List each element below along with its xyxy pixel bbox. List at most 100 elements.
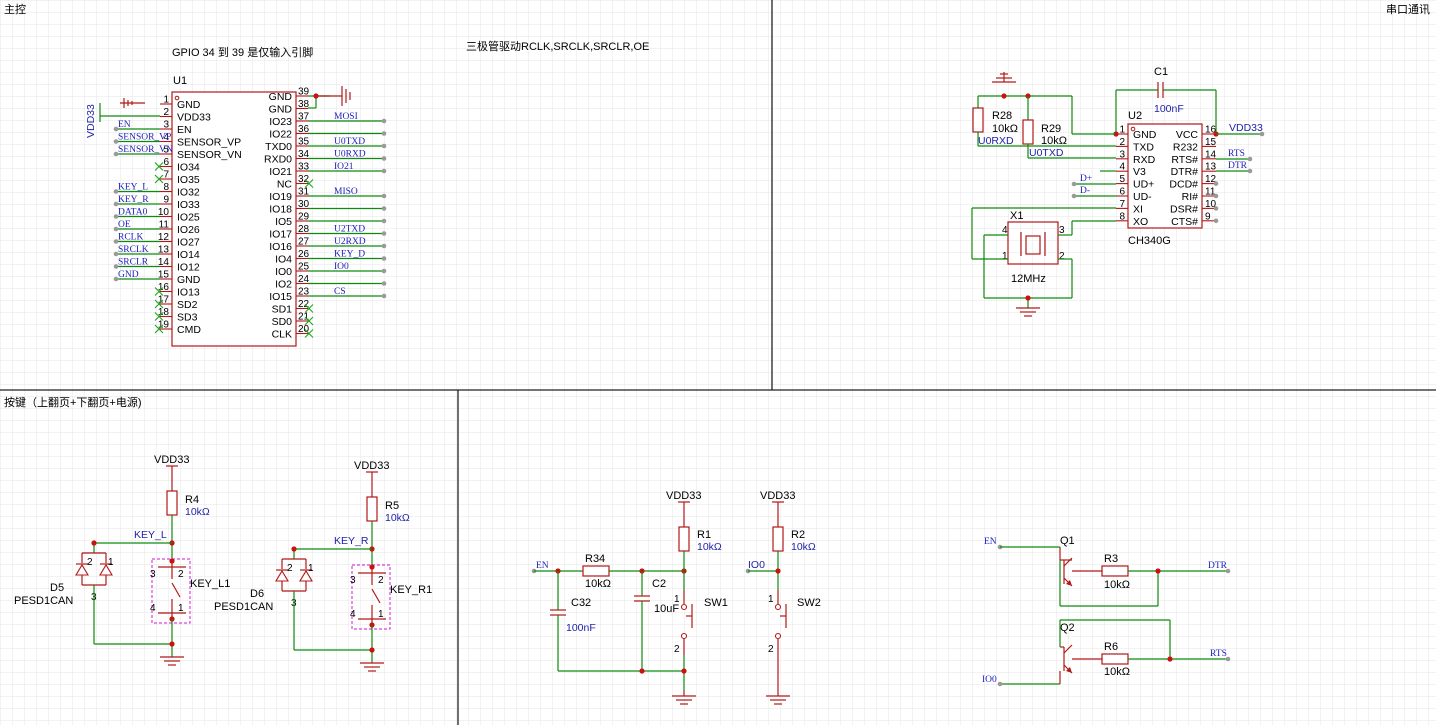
u1-pin-number: 25 [298, 262, 310, 273]
u2-pin-name: V3 [1133, 166, 1146, 178]
x1-value: 12MHz [1011, 273, 1046, 285]
net-endpoint[interactable] [381, 281, 387, 286]
key-r-ref: R4 [185, 494, 199, 506]
net-endpoint[interactable] [1213, 218, 1219, 224]
u1-pin-number: 39 [298, 87, 310, 98]
key-r-value: 10kΩ [185, 506, 210, 518]
u1-pin-number: 32 [298, 174, 310, 185]
net-endpoint[interactable] [1213, 181, 1219, 186]
u2-pin-name: UD- [1133, 191, 1152, 203]
u1-pin-name: SD2 [177, 299, 198, 311]
u1-pin-name: EN [177, 124, 192, 136]
net-endpoint[interactable] [381, 156, 387, 161]
net-endpoint[interactable] [381, 231, 387, 236]
r29-ref: R29 [1041, 123, 1061, 135]
net-endpoint[interactable] [381, 131, 387, 136]
u1-pin-name: TXD0 [265, 141, 292, 153]
u2-pin-number: 9 [1205, 211, 1211, 222]
u1-pin-name: NC [277, 179, 293, 191]
u1-pin-name: IO23 [269, 116, 292, 128]
u1-pin-number: 28 [298, 224, 310, 235]
c32-ref: C32 [571, 597, 591, 609]
u2-pin-name: GND [1133, 129, 1157, 141]
r28-value: 10kΩ [992, 123, 1018, 135]
u1-pin-name: IO22 [269, 129, 292, 141]
u1-pin-number: 30 [298, 199, 310, 210]
u1-pin-name: SENSOR_VP [177, 137, 241, 149]
net-endpoint[interactable] [381, 193, 387, 199]
net-endpoint[interactable] [381, 293, 387, 299]
u1-net-label: KEY_L [118, 183, 148, 193]
net-endpoint[interactable] [381, 268, 387, 274]
u2-pin-number: 3 [1119, 149, 1125, 160]
key-vdd-label: VDD33 [154, 454, 189, 466]
key-net-label: KEY_R [334, 535, 369, 547]
reset-en-net: EN [536, 561, 549, 571]
svg-text:4: 4 [150, 603, 156, 614]
u1-net-label: DATA0 [118, 208, 148, 218]
u1-pin-name: VDD33 [177, 112, 211, 124]
x1-ref: X1 [1010, 210, 1023, 222]
u1-vdd33-label: VDD33 [85, 104, 97, 138]
net-endpoint[interactable] [381, 118, 387, 124]
u1-net-label: SRCLK [118, 245, 149, 255]
sw1-ref: SW1 [704, 597, 728, 609]
net-endpoint[interactable] [381, 243, 387, 249]
u1-pin-name: GND [269, 104, 293, 116]
u2-pin-name: RXD [1133, 154, 1156, 166]
u1-net-label: IO0 [334, 262, 349, 272]
r34-value: 10kΩ [585, 578, 611, 590]
u1-pin-number: 7 [163, 170, 169, 181]
u1-pin-name: GND [269, 91, 293, 103]
x1-pin1: 1 [1002, 251, 1008, 262]
u1-pin-name: IO32 [177, 187, 200, 199]
svg-text:2: 2 [378, 575, 384, 586]
svg-text:4: 4 [350, 609, 356, 620]
r6-value: 10kΩ [1104, 666, 1130, 678]
schematic-canvas[interactable]: 主控 串口通讯 按键（上翻页+下翻页+电源) GPIO 34 到 39 是仅输入… [0, 0, 1436, 725]
u2-dtr-net: DTR [1228, 161, 1248, 171]
net-endpoint[interactable] [381, 218, 387, 224]
u1-pin-number: 23 [298, 287, 310, 298]
r2-value: 10kΩ [791, 541, 816, 553]
net-endpoint[interactable] [381, 206, 387, 211]
net-endpoint[interactable] [381, 256, 387, 261]
u1-net-label: MISO [334, 187, 358, 197]
u2-ref: U2 [1128, 110, 1142, 122]
u1-net-label: KEY_R [118, 195, 149, 205]
q1-ref: Q1 [1060, 535, 1075, 547]
u1-pin-name: SD3 [177, 312, 198, 324]
net-endpoint[interactable] [1213, 193, 1219, 199]
net-endpoint[interactable] [381, 168, 387, 174]
key-switch-ref: KEY_R1 [390, 584, 432, 596]
u1-pin-name: IO0 [275, 266, 292, 278]
u2-pin-name: UD+ [1133, 179, 1154, 191]
r1-vdd: VDD33 [666, 490, 701, 502]
net-endpoint[interactable] [1213, 206, 1219, 211]
x1-pin4: 4 [1002, 225, 1008, 236]
u2-pin-name: XI [1133, 203, 1143, 215]
u1-pin-number: 36 [298, 124, 310, 135]
u2-pin-number: 15 [1205, 137, 1217, 148]
u1-net-label: U2TXD [334, 225, 365, 235]
u1-net-label: SRCLR [118, 258, 149, 268]
u1-net-label: U0RXD [334, 150, 366, 160]
u2-pin-number: 5 [1119, 174, 1125, 185]
u1-pin-number: 20 [298, 324, 310, 335]
net-endpoint[interactable] [381, 143, 387, 149]
u2-dp-net: D+ [1080, 174, 1092, 184]
u1-pin-number: 22 [298, 299, 310, 310]
u2-vdd-net: VDD33 [1229, 122, 1263, 134]
u2-pin-number: 6 [1119, 187, 1125, 198]
u1-pin-name: IO14 [177, 249, 200, 261]
u2-pin-name: XO [1133, 216, 1148, 228]
u2-pin-number: 4 [1119, 162, 1125, 173]
schematic-svg: 主控 串口通讯 按键（上翻页+下翻页+电源) GPIO 34 到 39 是仅输入… [0, 0, 1436, 725]
u2-part: CH340G [1128, 235, 1171, 247]
svg-text:2: 2 [674, 644, 680, 655]
u2-pin-name: TXD [1133, 141, 1154, 153]
u1-pin-name: GND [177, 274, 201, 286]
u2-pin-name: RTS# [1171, 154, 1198, 166]
u1-pin-name: CMD [177, 324, 201, 336]
u2-pin-number: 14 [1205, 149, 1217, 160]
